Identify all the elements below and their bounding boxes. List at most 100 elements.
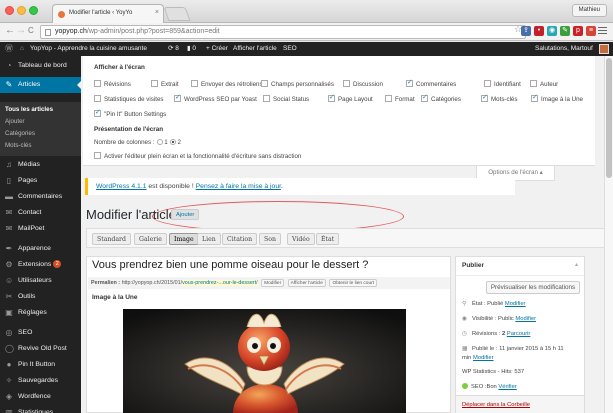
maximize-window-icon[interactable] xyxy=(29,6,38,15)
screen-option-checkbox[interactable]: Envoyer des rétroliens xyxy=(191,80,263,88)
post-title-input[interactable]: Vous prendrez bien une pomme oiseau pour… xyxy=(92,259,368,271)
screen-option-checkbox[interactable]: Statistiques de visites xyxy=(94,95,164,103)
date-edit-link[interactable]: Modifier xyxy=(473,355,494,361)
screen-option-checkbox[interactable]: WordPress SEO par Yoast xyxy=(174,93,257,103)
checked-box-icon[interactable] xyxy=(481,93,488,102)
screen-option-checkbox[interactable]: Catégories xyxy=(421,93,461,103)
view-post-button[interactable]: Afficher l'article xyxy=(287,279,326,287)
sidebar-item-comments[interactable]: ▬ Commentaires xyxy=(0,189,81,205)
checkbox-icon[interactable] xyxy=(343,80,350,87)
address-bar[interactable]: yopyop.ch/wp-admin/post.php?post=859&act… xyxy=(40,25,526,39)
permalink-edit-button[interactable]: Modifier xyxy=(261,279,285,287)
pinterest-icon[interactable]: p xyxy=(573,26,583,36)
submenu-all-posts[interactable]: Tous les articles xyxy=(5,106,53,113)
reload-icon[interactable]: C xyxy=(28,26,34,36)
admin-bar-site-name[interactable]: YopYop - Apprendre la cuisine amusante xyxy=(30,42,147,56)
screen-option-checkbox[interactable]: Page Layout xyxy=(328,93,373,103)
avatar[interactable] xyxy=(599,44,609,54)
checked-box-icon[interactable] xyxy=(421,93,428,102)
update-link[interactable]: Pensez à faire la mise à jour xyxy=(196,183,281,190)
sidebar-item-users[interactable]: ☺ Utilisateurs xyxy=(0,273,81,289)
admin-bar-seo[interactable]: SEO xyxy=(283,42,297,56)
browser-menu-icon[interactable] xyxy=(598,27,607,36)
checked-box-icon[interactable] xyxy=(406,78,413,87)
pocket-icon[interactable]: ◉ xyxy=(547,26,557,36)
checked-box-icon[interactable] xyxy=(531,93,538,102)
format-tab[interactable]: Vidéo xyxy=(287,233,315,245)
checkbox-icon[interactable] xyxy=(484,80,491,87)
format-tab[interactable]: Standard xyxy=(92,233,131,245)
evernote-icon[interactable]: ✎ xyxy=(560,26,570,36)
sidebar-item-dashboard[interactable]: ◔ Tableau de bord xyxy=(0,58,81,74)
sidebar-item-statistics[interactable]: ▥ Statistiques xyxy=(0,405,81,413)
screen-option-checkbox[interactable]: Auteur xyxy=(530,80,558,88)
screen-option-checkbox[interactable]: Révisions xyxy=(94,80,131,88)
submenu-tags[interactable]: Mots-clés xyxy=(5,142,31,149)
checkbox-icon[interactable] xyxy=(191,80,198,87)
checkbox-icon[interactable] xyxy=(261,80,268,87)
screen-option-checkbox[interactable]: "Pin It" Button Settings xyxy=(94,108,166,118)
sidebar-item-extensions[interactable]: ⚙ Extensions 2 xyxy=(0,257,81,273)
screen-option-checkbox[interactable]: Mots-clés xyxy=(481,93,517,103)
wordpress-version-link[interactable]: WordPress 4.1.1 xyxy=(96,183,147,190)
forward-arrow-icon[interactable]: → xyxy=(16,26,26,36)
checkbox-icon[interactable] xyxy=(385,95,392,102)
share-icon[interactable]: ⇪ xyxy=(521,26,531,36)
sidebar-item-tools[interactable]: ✂ Outils xyxy=(0,289,81,305)
sidebar-item-revive[interactable]: ◯ Revive Old Post xyxy=(0,341,81,357)
screen-option-checkbox[interactable]: Extrait xyxy=(151,80,179,88)
columns-radio-1[interactable] xyxy=(157,139,164,145)
columns-radio-2[interactable] xyxy=(170,139,177,145)
admin-bar-new[interactable]: + Créer xyxy=(206,42,228,56)
admin-bar-greeting[interactable]: Salutations, Martouf xyxy=(535,42,593,56)
sidebar-item-settings[interactable]: ▣ Réglages xyxy=(0,305,81,321)
sidebar-item-wordfence[interactable]: ◈ Wordfence xyxy=(0,389,81,405)
new-tab-button[interactable] xyxy=(163,7,191,21)
scrollbar-thumb[interactable] xyxy=(606,58,612,178)
screen-option-checkbox[interactable]: Champs personnalisés xyxy=(261,80,334,88)
back-arrow-icon[interactable]: ← xyxy=(5,26,15,36)
screen-option-checkbox[interactable]: Discussion xyxy=(343,80,383,88)
gmail-icon[interactable]: ≡ xyxy=(586,26,596,36)
sidebar-item-contact[interactable]: ✉ Contact xyxy=(0,205,81,221)
checkbox-icon[interactable] xyxy=(94,95,101,102)
distraction-free-checkbox[interactable] xyxy=(94,152,101,159)
tab-close-icon[interactable]: × xyxy=(155,9,159,16)
checked-box-icon[interactable] xyxy=(174,93,181,102)
sidebar-item-articles[interactable]: ✎ Articles xyxy=(0,77,81,93)
preview-changes-button[interactable]: Prévisualiser les modifications xyxy=(486,281,580,294)
screen-option-checkbox[interactable]: Identifiant xyxy=(484,80,521,88)
admin-bar-comments[interactable]: ▮ 0 xyxy=(187,42,196,56)
lastpass-icon[interactable]: • xyxy=(534,26,544,36)
close-window-icon[interactable] xyxy=(5,6,14,15)
screen-option-checkbox[interactable]: Social Status xyxy=(263,95,309,103)
seo-verify-link[interactable]: Vérifier xyxy=(498,384,516,390)
submenu-categories[interactable]: Catégories xyxy=(5,130,35,137)
checkbox-icon[interactable] xyxy=(151,80,158,87)
page-scrollbar[interactable] xyxy=(604,56,613,413)
format-tab[interactable]: Son xyxy=(259,233,281,245)
admin-bar-updates[interactable]: ⟳ 8 xyxy=(168,42,179,56)
visibility-edit-link[interactable]: Modifier xyxy=(515,316,536,322)
screen-option-checkbox[interactable]: Image à la Une xyxy=(531,93,583,103)
format-tab[interactable]: Lien xyxy=(197,233,221,245)
profile-button[interactable]: Mathieu xyxy=(571,4,607,17)
format-tab[interactable]: Image xyxy=(169,233,199,245)
browse-revisions-link[interactable]: Parcourir xyxy=(507,331,531,337)
distraction-free-option[interactable]: Activer l'éditeur plein écran et la fonc… xyxy=(94,152,301,160)
featured-image[interactable] xyxy=(123,309,406,413)
checkbox-icon[interactable] xyxy=(263,95,270,102)
add-new-button[interactable]: Ajouter xyxy=(171,209,200,220)
wordpress-logo-icon[interactable]: Ⓦ xyxy=(5,42,13,56)
move-to-trash-link[interactable]: Déplacer dans la Corbeille xyxy=(456,395,584,413)
sidebar-item-pages[interactable]: ▯ Pages xyxy=(0,173,81,189)
shortlink-button[interactable]: Obtenir le lien court xyxy=(329,279,378,287)
sidebar-item-pinit[interactable]: ● Pin It Button xyxy=(0,357,81,373)
format-tab[interactable]: État xyxy=(316,233,340,245)
sidebar-item-mailpoet[interactable]: ✉ MailPoet xyxy=(0,221,81,237)
admin-bar-view-post[interactable]: Afficher l'article xyxy=(233,42,277,56)
screen-option-checkbox[interactable]: Format xyxy=(385,95,415,103)
status-edit-link[interactable]: Modifier xyxy=(505,301,526,307)
format-tab[interactable]: Citation xyxy=(222,233,258,245)
sidebar-item-seo[interactable]: ◎ SEO xyxy=(0,325,81,341)
